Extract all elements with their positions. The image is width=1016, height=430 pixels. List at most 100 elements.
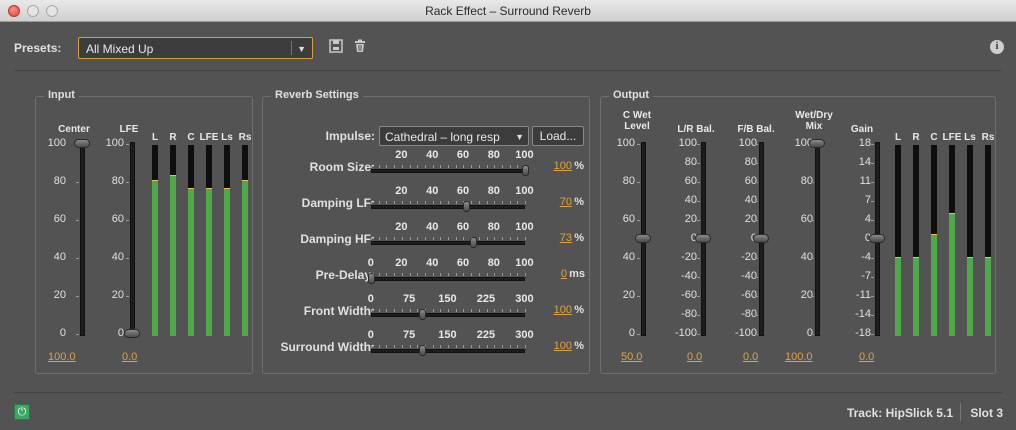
fb-balance-scale-tick	[755, 296, 758, 297]
reverb-slider-tick	[448, 201, 449, 204]
gain-value[interactable]: 0.0	[859, 351, 874, 363]
chevron-down-icon: ▼	[297, 44, 306, 54]
save-icon	[329, 39, 343, 53]
reverb-slider-tick	[409, 309, 411, 312]
lr-balance-scale-tick	[697, 334, 700, 335]
reverb-slider-track[interactable]	[371, 169, 525, 173]
info-icon[interactable]: i	[990, 40, 1004, 54]
wet-dry-scale-tick	[811, 334, 814, 335]
reverb-slider-tick	[525, 345, 526, 348]
power-toggle-button[interactable]: ⏻	[14, 404, 30, 420]
c-wet-scale-label: 20	[622, 289, 635, 301]
reverb-slider-handle[interactable]	[368, 273, 375, 284]
reverb-slider-handle[interactable]	[469, 237, 477, 248]
reverb-slider-value[interactable]: 100	[554, 304, 572, 316]
reverb-slider-value[interactable]: 0	[561, 268, 567, 280]
lr-balance-slider-handle[interactable]	[695, 234, 711, 243]
reverb-slider-scale-label: 100	[515, 257, 534, 269]
reverb-slider-scale-label: 75	[403, 293, 416, 305]
delete-preset-button[interactable]	[352, 39, 368, 55]
reverb-slider-tick	[417, 345, 419, 348]
reverb-slider-value[interactable]: 100	[554, 340, 572, 352]
impulse-dropdown[interactable]: Cathedral – long resp ▼	[379, 126, 529, 146]
reverb-slider-scale-label: 20	[395, 149, 408, 161]
output-meter-fill	[913, 257, 919, 336]
reverb-slider-scale-label: 150	[438, 329, 457, 341]
wet-dry-slider-handle[interactable]	[809, 139, 825, 148]
center-scale-label: 40	[53, 251, 66, 263]
window-title: Rack Effect – Surround Reverb	[425, 4, 591, 18]
reverb-slider-scale-label: 0	[367, 257, 374, 269]
presets-dropdown-divider	[291, 41, 292, 55]
output-level-meter	[895, 145, 901, 336]
reverb-slider-tick	[394, 201, 396, 204]
presets-dropdown[interactable]: All Mixed Up ▼	[78, 37, 313, 59]
reverb-slider-tick	[509, 165, 511, 168]
center-scale-label: 0	[59, 327, 66, 339]
reverb-slider-tick	[478, 165, 480, 168]
center-value[interactable]: 100.0	[48, 351, 76, 363]
reverb-slider-unit: %	[574, 196, 584, 208]
reverb-slider-tick	[386, 273, 388, 276]
fb-balance-slider-handle[interactable]	[753, 234, 769, 243]
gain-label: Gain	[850, 124, 874, 135]
reverb-slider-value[interactable]: 73	[560, 232, 572, 244]
lfe-scale-tick	[126, 144, 129, 145]
reverb-slider-tick	[509, 201, 511, 204]
fb-balance-scale-label: 20	[744, 213, 757, 225]
output-meter-fill	[985, 257, 991, 336]
input-level-meter	[206, 145, 212, 336]
reverb-slider-tick	[424, 201, 426, 204]
reverb-slider-scale-label: 150	[438, 293, 457, 305]
c-wet-value[interactable]: 50.0	[621, 351, 642, 363]
wet-dry-value[interactable]: 100.0	[785, 351, 813, 363]
reverb-slider-handle[interactable]	[522, 165, 529, 176]
reverb-slider-scale-label: 75	[403, 329, 416, 341]
reverb-slider-value[interactable]: 100	[554, 160, 572, 172]
load-impulse-button[interactable]: Load...	[532, 126, 584, 146]
input-meter-peak	[224, 187, 230, 189]
reverb-slider-tick	[401, 237, 403, 240]
gain-scale-label: 4	[864, 213, 871, 225]
center-slider-track[interactable]	[80, 142, 85, 336]
wet-dry-slider-track[interactable]	[815, 142, 820, 336]
wet-dry-scale-tick	[811, 182, 814, 183]
reverb-slider-unit: ms	[569, 268, 585, 280]
reverb-slider-tick	[432, 309, 434, 312]
c-wet-scale-label: 100	[616, 137, 635, 149]
reverb-slider-handle[interactable]	[463, 201, 471, 212]
reverb-slider-tick	[478, 309, 480, 312]
reverb-slider-tick	[486, 201, 488, 204]
fb-balance-value[interactable]: 0.0	[743, 351, 758, 363]
reverb-slider-handle[interactable]	[419, 309, 427, 320]
reverb-slider-handle[interactable]	[419, 345, 427, 356]
lr-balance-scale-tick	[697, 163, 700, 164]
reverb-slider-tick	[517, 165, 519, 168]
reverb-slider-track[interactable]	[371, 205, 525, 209]
c-wet-scale-tick	[637, 220, 640, 221]
reverb-slider-scale-label: 60	[456, 257, 470, 269]
reverb-slider-tick	[386, 201, 388, 204]
lfe-value[interactable]: 0.0	[122, 351, 137, 363]
lfe-slider-handle[interactable]	[124, 329, 140, 338]
wet-dry-scale-tick	[811, 296, 814, 297]
lr-balance-scale-label: 100	[678, 137, 697, 149]
lr-balance-value[interactable]: 0.0	[687, 351, 702, 363]
lr-balance-scale-tick	[697, 296, 700, 297]
reverb-slider-scale-label: 225	[476, 329, 496, 341]
gain-slider-handle[interactable]	[869, 234, 885, 243]
reverb-slider-track[interactable]	[371, 241, 525, 245]
fb-balance-scale-label: 40	[744, 194, 757, 206]
gain-scale-tick	[871, 277, 874, 278]
c-wet-slider-handle[interactable]	[635, 234, 651, 243]
reverb-slider-track[interactable]	[371, 349, 525, 353]
reverb-slider-track[interactable]	[371, 313, 525, 317]
reverb-slider-tick	[386, 237, 388, 240]
reverb-slider-track[interactable]	[371, 277, 525, 281]
save-preset-button[interactable]	[328, 39, 344, 55]
reverb-slider-value[interactable]: 70	[560, 196, 572, 208]
center-slider-handle[interactable]	[74, 139, 90, 148]
gain-scale-tick	[871, 201, 874, 202]
lfe-slider-track[interactable]	[130, 142, 135, 336]
gain-scale-label: -7	[861, 270, 871, 282]
